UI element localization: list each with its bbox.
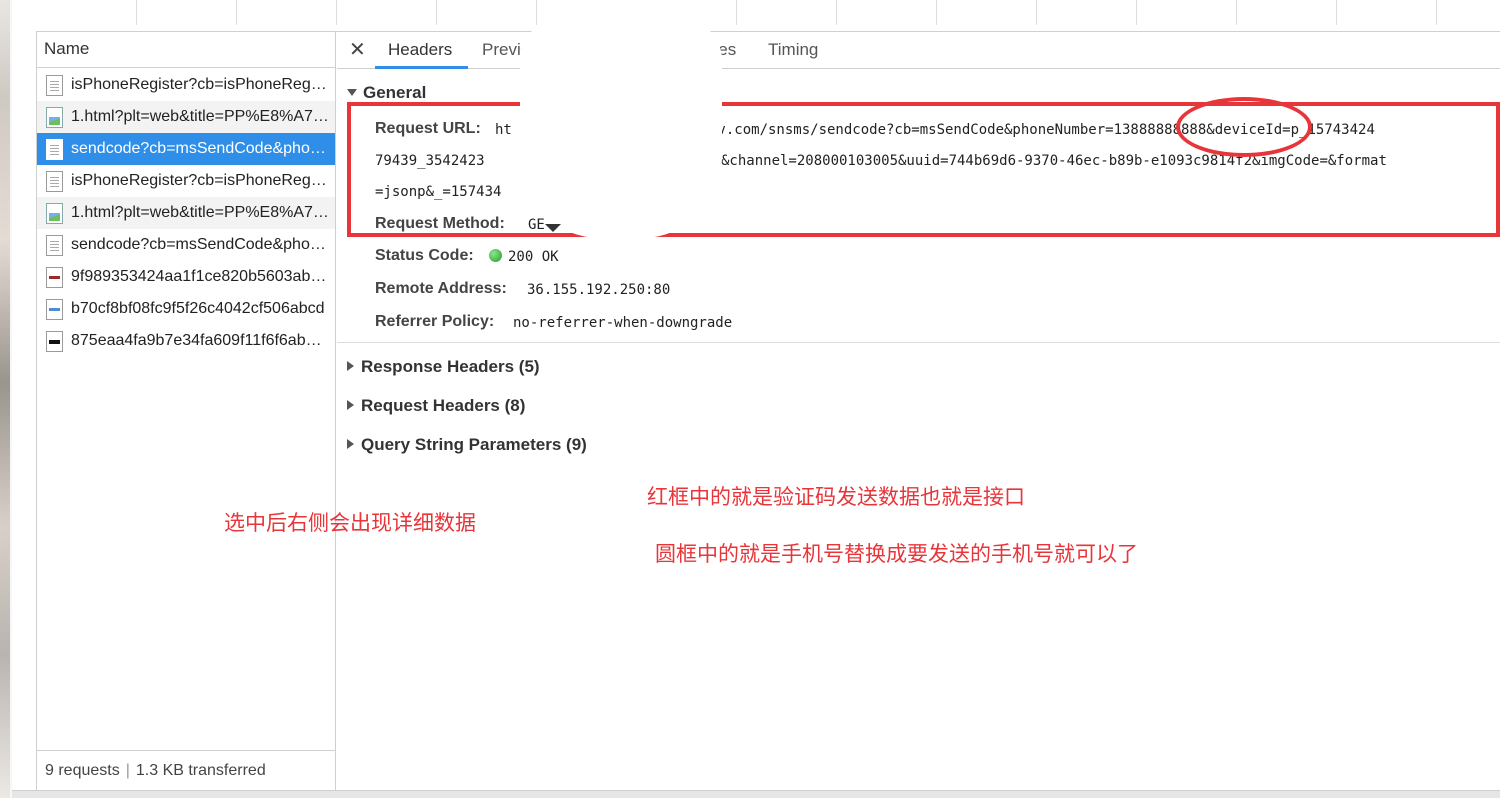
request-headers-toggle[interactable]: Request Headers (8) — [347, 396, 525, 416]
redaction-patch — [520, 0, 722, 238]
request-name: 875eaa4fa9b7e34fa609f11f6f6abcde — [71, 332, 329, 349]
name-column-header[interactable]: Name — [37, 32, 335, 68]
request-name: b70cf8bf08fc9f5f26c4042cf506abcd — [71, 300, 325, 317]
request-row[interactable]: isPhoneRegister?cb=isPhoneRegister — [37, 69, 335, 101]
remote-address-label: Remote Address: — [375, 280, 507, 297]
request-name: isPhoneRegister?cb=isPhoneRegister — [71, 76, 329, 93]
query-string-title: Query String Parameters (9) — [361, 435, 587, 454]
request-row[interactable]: 875eaa4fa9b7e34fa609f11f6f6abcde — [37, 325, 335, 357]
annotation-red-box-note: 红框中的就是验证码发送数据也就是接口 — [647, 485, 1025, 509]
section-divider — [337, 342, 1500, 343]
request-row[interactable]: 1.html?plt=web&title=PP%E8%A7%86 — [37, 101, 335, 133]
timeline-divider — [236, 0, 237, 25]
request-name: 1.html?plt=web&title=PP%E8%A7%86 — [71, 108, 329, 125]
timeline-divider — [1436, 0, 1437, 25]
request-row[interactable]: b70cf8bf08fc9f5f26c4042cf506abcd — [37, 293, 335, 325]
status-code-value: 200 OK — [489, 249, 559, 265]
caret-right-icon — [347, 439, 354, 449]
timeline-divider — [836, 0, 837, 25]
request-name: sendcode?cb=msSendCode&phoneNumber — [71, 236, 329, 253]
details-tab-bar: ✕ Headers Preview kies Timing — [337, 32, 1500, 69]
caret-down-icon — [347, 89, 357, 96]
annotation-left-note: 选中后右侧会出现详细数据 — [224, 511, 476, 535]
thumbnail-icon — [46, 330, 63, 352]
transferred-size: 1.3 KB transferred — [135, 762, 266, 779]
active-tab-indicator — [375, 66, 468, 69]
image-icon — [46, 202, 63, 224]
timeline-divider — [736, 0, 737, 25]
horizontal-scrollbar[interactable] — [12, 790, 1500, 798]
referrer-policy-label: Referrer Policy: — [375, 313, 495, 330]
timeline-divider — [436, 0, 437, 25]
request-name: isPhoneRegister?cb=isPhoneRegister — [71, 172, 329, 189]
status-bar: 9 requests | 1.3 KB transferred — [37, 750, 335, 790]
document-icon — [46, 138, 63, 160]
document-icon — [46, 74, 63, 96]
image-icon — [46, 106, 63, 128]
annotation-circle-note: 圆框中的就是手机号替换成要发送的手机号就可以了 — [655, 542, 1138, 566]
thumbnail-icon — [46, 266, 63, 288]
status-code-text: 200 OK — [508, 249, 559, 265]
general-section-title: General — [363, 83, 427, 102]
query-string-toggle[interactable]: Query String Parameters (9) — [347, 435, 587, 455]
request-row-selected[interactable]: sendcode?cb=msSendCode&phoneNumber — [37, 133, 335, 165]
timeline-divider — [1136, 0, 1137, 25]
general-section-toggle[interactable]: General — [347, 83, 426, 103]
caret-right-icon — [347, 400, 354, 410]
timeline-divider — [936, 0, 937, 25]
request-row[interactable]: isPhoneRegister?cb=isPhoneRegister — [37, 165, 335, 197]
desktop-edge-line — [10, 0, 12, 798]
thumbnail-icon — [46, 298, 63, 320]
request-row[interactable]: 9f989353424aa1f1ce820b5603abcdef — [37, 261, 335, 293]
waterfall-timeline — [36, 0, 1500, 32]
request-row[interactable]: sendcode?cb=msSendCode&phoneNumber — [37, 229, 335, 261]
tab-headers[interactable]: Headers — [388, 40, 452, 60]
annotation-red-ellipse — [1176, 97, 1312, 157]
tab-timing[interactable]: Timing — [768, 40, 818, 60]
caret-right-icon — [347, 361, 354, 371]
remote-address-value: 36.155.192.250:80 — [527, 282, 671, 298]
request-row[interactable]: 1.html?plt=web&title=PP%E8%A7%86 — [37, 197, 335, 229]
timeline-divider — [1236, 0, 1237, 25]
request-headers-title: Request Headers (8) — [361, 396, 526, 415]
response-headers-toggle[interactable]: Response Headers (5) — [347, 357, 540, 377]
status-code-label: Status Code: — [375, 247, 474, 264]
request-name: sendcode?cb=msSendCode&phoneNumber — [71, 140, 329, 157]
timeline-divider — [536, 0, 537, 25]
request-name: 1.html?plt=web&title=PP%E8%A7%86 — [71, 204, 329, 221]
request-name: 9f989353424aa1f1ce820b5603abcdef — [71, 268, 329, 285]
close-icon[interactable]: ✕ — [349, 37, 366, 62]
document-icon — [46, 234, 63, 256]
request-list-panel: Name isPhoneRegister?cb=isPhoneRegister … — [36, 32, 336, 790]
referrer-policy-value: no-referrer-when-downgrade — [513, 315, 733, 331]
timeline-divider — [1036, 0, 1037, 25]
status-ok-icon — [489, 249, 502, 262]
response-headers-title: Response Headers (5) — [361, 357, 540, 376]
document-icon — [46, 170, 63, 192]
status-separator: | — [125, 762, 130, 779]
request-count: 9 requests — [45, 762, 120, 779]
timeline-divider — [336, 0, 337, 25]
timeline-divider — [1336, 0, 1337, 25]
timeline-divider — [136, 0, 137, 25]
